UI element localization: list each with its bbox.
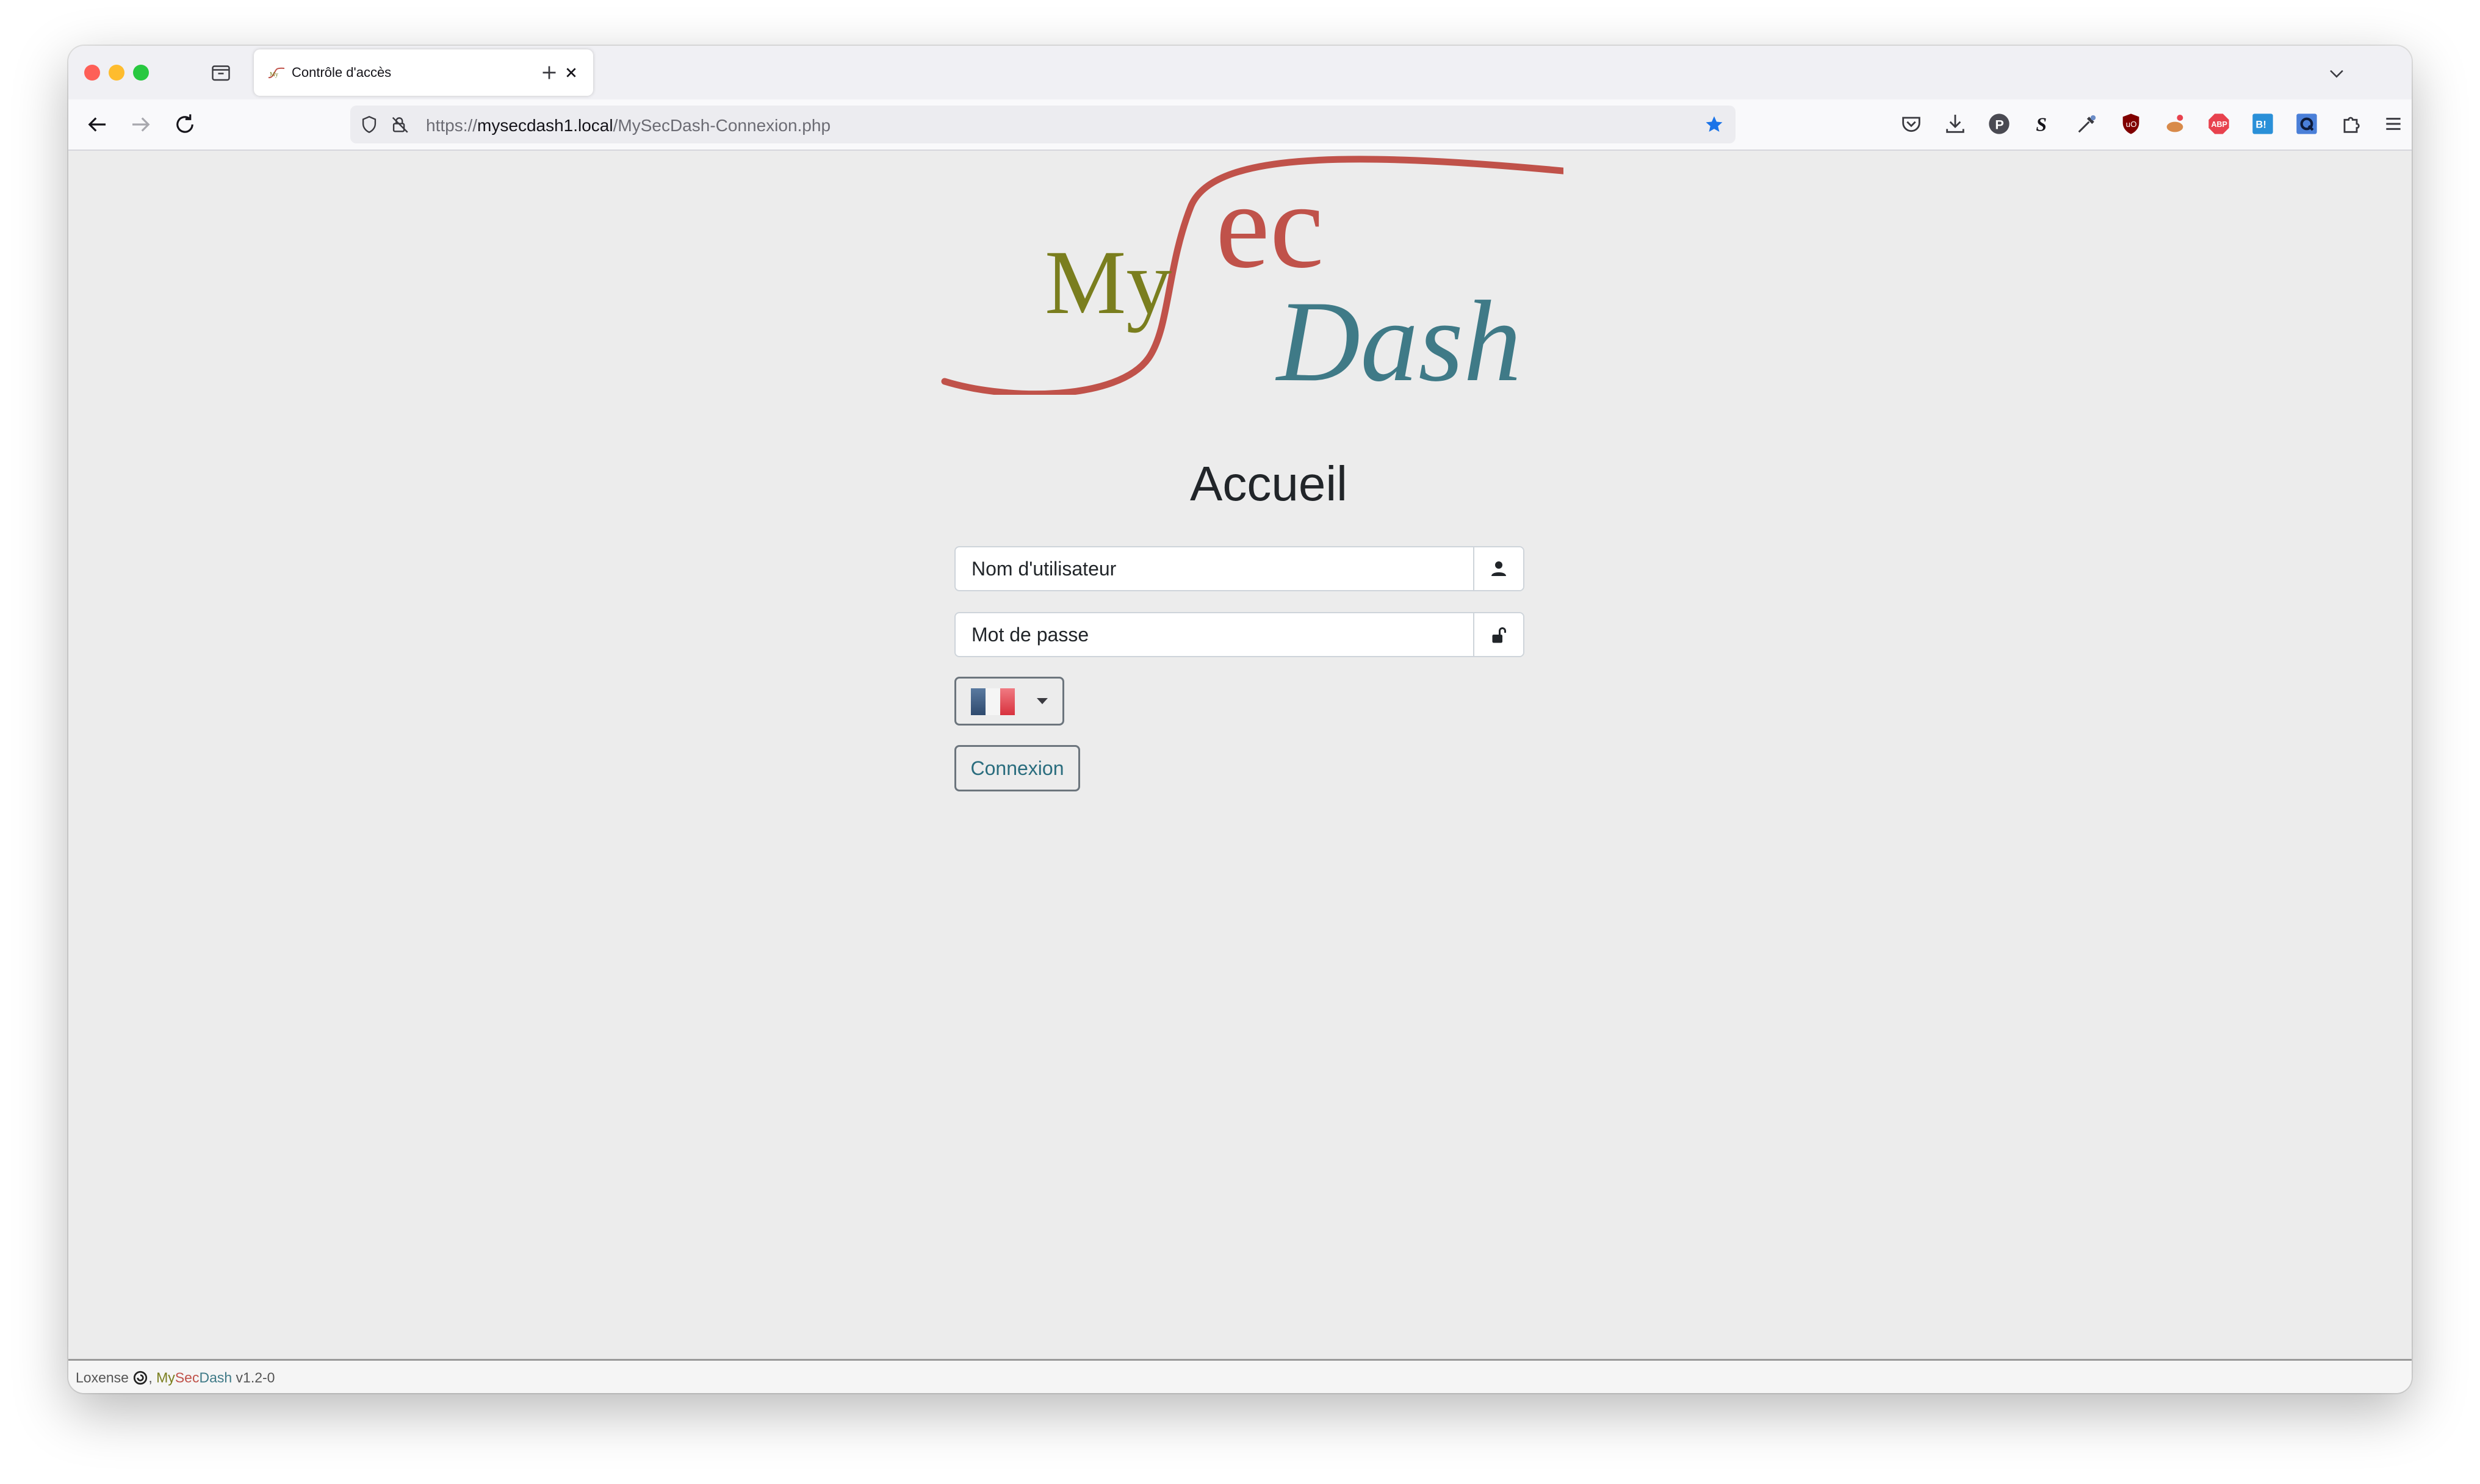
unlock-icon [1492,627,1506,643]
hamburger-menu-icon[interactable] [2381,112,2406,136]
basket-extension-icon[interactable] [2163,112,2187,136]
tab-title: Contrôle d'accès [292,65,392,80]
footer-app-sec: Sec [175,1369,200,1386]
s-extension-icon[interactable]: S [2031,112,2055,136]
pocket-icon[interactable] [1899,112,1923,136]
mysecdash-favicon-icon: My [268,67,285,79]
nav-bar: https://mysecdash1.local/MySecDash-Conne… [68,99,2412,151]
caret-down-icon [1037,698,1048,704]
back-arrow-icon[interactable] [84,112,110,137]
eyedropper-icon[interactable] [2075,112,2099,136]
page-content: My ec Dash Accueil Nom d'utilisateur Con… [68,151,2412,1359]
browser-window: My Contrôle d'accès https://mysecdash1.l… [68,46,2412,1393]
lock-warning-icon[interactable] [389,114,410,135]
window-minimize-button[interactable] [109,65,124,81]
logo-dash-text: Dash [1275,278,1521,395]
footer-app-my: My [156,1369,175,1386]
svg-text:ABP: ABP [2211,120,2227,129]
footer-version: v1.2-0 [236,1369,275,1386]
footer-text: Loxense , MySecDash v1.2-0 [76,1369,275,1386]
tab-close-icon[interactable] [561,63,581,82]
svg-text:S: S [2036,114,2047,135]
window-maximize-button[interactable] [133,65,149,81]
footer: Loxense , MySecDash v1.2-0 [68,1359,2412,1393]
ublock-icon[interactable]: uO [2119,112,2143,136]
hatena-bookmark-icon[interactable]: B! [2251,112,2275,136]
password-input[interactable] [956,613,1474,656]
copyleft-icon [134,1371,148,1385]
url-bar[interactable]: https://mysecdash1.local/MySecDash-Conne… [350,106,1736,143]
download-icon[interactable] [1943,112,1967,136]
svg-text:uO: uO [2126,120,2137,129]
svg-text:P: P [1995,117,2003,132]
shield-icon[interactable] [359,114,380,135]
password-addon [1473,613,1523,656]
tab-strip: My Contrôle d'accès [68,46,2412,99]
username-group [954,546,1524,591]
username-addon [1473,547,1523,590]
page-title: Accueil [1190,456,1347,511]
footer-company: Loxense [76,1369,129,1386]
footer-app-dash: Dash [199,1369,232,1386]
mysecdash-logo: My ec Dash [941,156,1563,395]
forward-arrow-icon[interactable] [128,112,154,137]
bookmark-star-icon[interactable] [1704,114,1725,135]
login-button[interactable]: Connexion [954,745,1080,791]
tab-list-icon[interactable] [210,62,232,84]
logo-sec-text: ec [1216,159,1324,294]
chevron-down-icon[interactable] [2326,63,2347,84]
extensions-puzzle-icon[interactable] [2338,112,2363,136]
url-path: /MySecDash-Connexion.php [613,116,831,135]
logo-my-text: My [1045,232,1172,333]
svg-text:B!: B! [2255,119,2266,131]
url-host: mysecdash1.local [477,116,613,135]
reload-icon[interactable] [172,112,198,137]
password-group [954,612,1524,657]
profile-p-icon[interactable]: P [1987,112,2011,136]
user-icon [1491,561,1506,576]
username-input[interactable] [956,547,1474,590]
q-extension-icon[interactable] [2294,112,2319,136]
svg-text:My: My [270,71,278,78]
adblock-plus-icon[interactable]: ABP [2207,112,2231,136]
url-text[interactable]: https://mysecdash1.local/MySecDash-Conne… [426,116,831,135]
url-scheme: https:// [426,116,478,135]
new-tab-icon[interactable] [538,62,560,84]
window-close-button[interactable] [84,65,100,81]
france-flag-icon [971,688,1015,715]
language-dropdown[interactable] [954,677,1064,726]
